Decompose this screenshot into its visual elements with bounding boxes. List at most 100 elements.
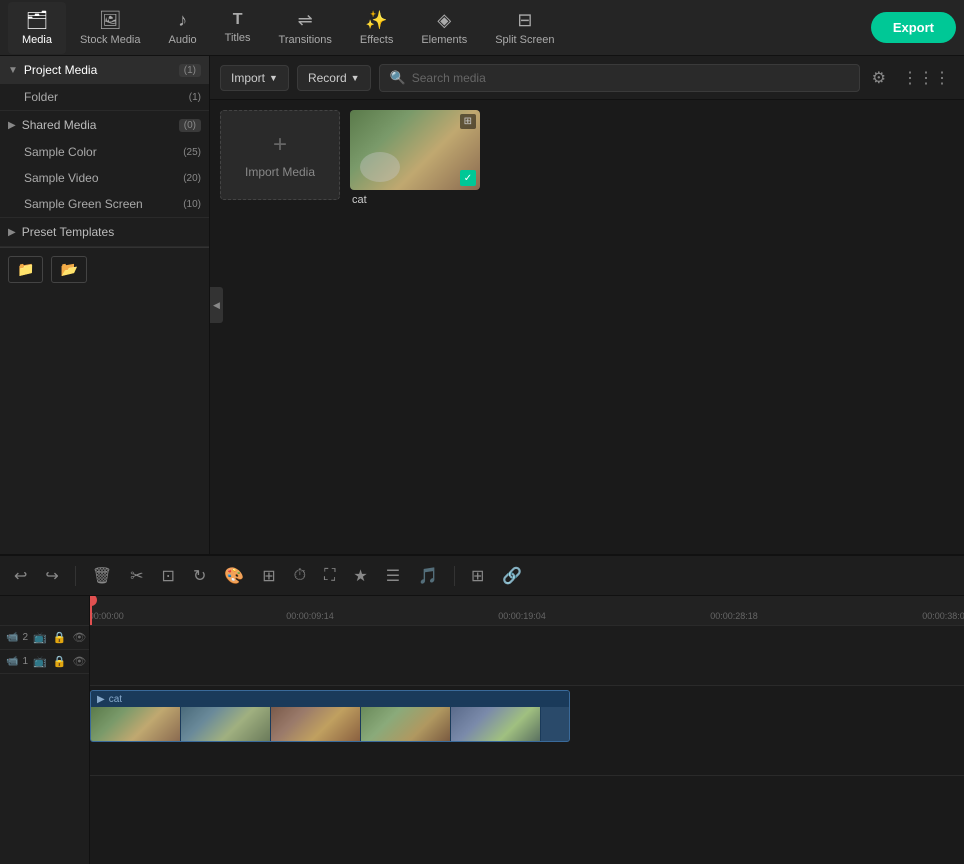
titles-icon: T — [233, 11, 243, 29]
ruler-mark-3: 00:00:28:18 — [710, 611, 758, 621]
link-button[interactable]: 🔗 — [496, 562, 528, 590]
stock-media-icon: 🖼 — [99, 10, 122, 31]
cut-button[interactable]: ✂ — [124, 562, 149, 590]
adjust-button[interactable]: ☰ — [380, 562, 406, 590]
sidebar: ▼ Project Media (1) Folder (1) ▶ Shared … — [0, 56, 210, 554]
track-1-eye-button[interactable]: 👁 — [71, 654, 87, 669]
sidebar-item-sample-color[interactable]: Sample Color (25) — [0, 139, 209, 165]
color-button[interactable]: 🎨 — [218, 562, 250, 590]
sidebar-item-folder[interactable]: Folder (1) — [0, 84, 209, 110]
nav-stock-media-label: Stock Media — [80, 34, 141, 46]
ruler-mark-0: 00:00:00:00 — [90, 611, 124, 621]
delete-button[interactable]: 🗑 — [86, 562, 118, 590]
import-button[interactable]: Import ▼ — [220, 65, 289, 91]
media-tile-cat[interactable]: ⊞ ✓ cat — [350, 110, 480, 208]
add-folder-button[interactable]: 📁 — [8, 256, 43, 283]
sidebar-item-preset-templates[interactable]: ▶ Preset Templates — [0, 218, 209, 246]
folder-count: (1) — [189, 92, 201, 103]
track-1-monitor-button[interactable]: 📺 — [32, 654, 48, 669]
playhead-head — [90, 596, 97, 606]
nav-effects-label: Effects — [360, 34, 393, 46]
content-toolbar: Import ▼ Record ▼ 🔍 ⚙ ⋮⋮⋮ — [210, 56, 964, 100]
clip-thumb-4 — [361, 707, 451, 741]
ruler-spacer — [0, 596, 89, 626]
track-2-monitor-button[interactable]: 📺 — [32, 630, 48, 645]
nav-stock-media[interactable]: 🖼 Stock Media — [66, 2, 155, 54]
nav-titles[interactable]: T Titles — [211, 2, 265, 54]
record-chevron-icon: ▼ — [351, 73, 360, 83]
timer-button[interactable]: ⏱ — [288, 563, 312, 589]
crop-button[interactable]: ⊡ — [156, 562, 181, 590]
video-track-2-icon: 📹 — [6, 632, 18, 643]
clip-header: ▶ cat — [91, 691, 569, 707]
new-folder-button[interactable]: 📂 — [51, 256, 86, 283]
preset-templates-section: ▶ Preset Templates — [0, 218, 209, 247]
sample-color-count: (25) — [183, 147, 201, 158]
timeline-main: 📹 2 📺 🔒 👁 📹 1 📺 🔒 👁 — [0, 596, 964, 864]
media-icon: 🗂 — [26, 10, 49, 31]
nav-transitions[interactable]: ⇌ Transitions — [265, 2, 346, 54]
screenshot-button[interactable]: ⊞ — [256, 562, 281, 590]
track-label-2: 📹 2 📺 🔒 👁 — [0, 626, 89, 650]
timeline-clip-cat[interactable]: ▶ cat — [90, 690, 570, 742]
track-1-number: 1 — [22, 656, 28, 667]
sidebar-item-project-media[interactable]: ▼ Project Media (1) — [0, 56, 209, 84]
ruler-mark-1: 00:00:09:14 — [286, 611, 334, 621]
sidebar-item-sample-green-screen[interactable]: Sample Green Screen (10) — [0, 191, 209, 217]
search-input[interactable] — [412, 71, 849, 85]
shared-media-section: ▶ Shared Media (0) Sample Color (25) Sam… — [0, 111, 209, 218]
nav-media-label: Media — [22, 34, 52, 46]
effects-icon: ✨ — [365, 10, 387, 31]
nav-effects[interactable]: ✨ Effects — [346, 2, 407, 54]
search-icon: 🔍 — [390, 70, 406, 86]
record-label: Record — [308, 71, 347, 85]
import-media-tile[interactable]: + Import Media — [220, 110, 340, 200]
sidebar-item-sample-video[interactable]: Sample Video (20) — [0, 165, 209, 191]
nav-elements-label: Elements — [421, 34, 467, 46]
grid-view-button[interactable]: ⋮⋮⋮ — [898, 64, 954, 92]
track-1-lock-button[interactable]: 🔒 — [52, 654, 68, 669]
project-media-count: (1) — [179, 64, 201, 77]
fullscreen-button[interactable]: ⛶ — [318, 563, 341, 589]
timeline-tracks: ▶ cat — [90, 626, 964, 864]
timeline-playhead[interactable] — [90, 596, 92, 625]
undo-button[interactable]: ↩ — [8, 562, 33, 590]
import-media-label: Import Media — [245, 165, 315, 179]
nav-media[interactable]: 🗂 Media — [8, 2, 66, 54]
sample-video-label: Sample Video — [24, 171, 183, 185]
track-2-lock-button[interactable]: 🔒 — [52, 630, 68, 645]
nav-transitions-label: Transitions — [279, 34, 332, 46]
preset-templates-label: Preset Templates — [22, 225, 201, 239]
snap-button[interactable]: ⊞ — [465, 562, 490, 590]
media-tile-cat-label: cat — [350, 190, 480, 208]
record-button[interactable]: Record ▼ — [297, 65, 371, 91]
nav-audio-label: Audio — [169, 34, 197, 46]
plus-icon: + — [273, 131, 287, 159]
sidebar-item-shared-media[interactable]: ▶ Shared Media (0) — [0, 111, 209, 139]
arrow-right-icon2: ▶ — [8, 227, 16, 238]
collapse-sidebar-button[interactable]: ◀ — [210, 287, 223, 323]
import-label: Import — [231, 71, 265, 85]
shared-media-count: (0) — [179, 119, 201, 132]
timeline-ruler[interactable]: 00:00:00:00 00:00:09:14 00:00:19:04 00:0… — [90, 596, 964, 626]
audio-button[interactable]: 🎵 — [412, 562, 444, 590]
toolbar-separator-1 — [75, 566, 76, 586]
export-button[interactable]: Export — [871, 12, 956, 43]
folder-label: Folder — [24, 90, 189, 104]
nav-elements[interactable]: ◈ Elements — [407, 2, 481, 54]
clip-label: cat — [109, 694, 122, 705]
filter-button[interactable]: ⚙ — [868, 64, 890, 92]
search-bar: 🔍 — [379, 64, 860, 92]
nav-split-screen[interactable]: ⊟ Split Screen — [481, 2, 568, 54]
track-row-2 — [90, 626, 964, 686]
main-area: ▼ Project Media (1) Folder (1) ▶ Shared … — [0, 56, 964, 554]
nav-audio[interactable]: ♪ Audio — [155, 2, 211, 54]
transitions-icon: ⇌ — [298, 10, 313, 31]
track-2-eye-button[interactable]: 👁 — [71, 630, 87, 645]
star-button[interactable]: ★ — [347, 562, 373, 590]
timeline-area: ↩ ↪ 🗑 ✂ ⊡ ↻ 🎨 ⊞ ⏱ ⛶ ★ ☰ 🎵 ⊞ 🔗 📹 2 📺 🔒 — [0, 554, 964, 864]
rotate-button[interactable]: ↻ — [187, 562, 212, 590]
track-2-number: 2 — [22, 632, 28, 643]
track-row-1: ▶ cat — [90, 686, 964, 776]
redo-button[interactable]: ↪ — [39, 562, 64, 590]
